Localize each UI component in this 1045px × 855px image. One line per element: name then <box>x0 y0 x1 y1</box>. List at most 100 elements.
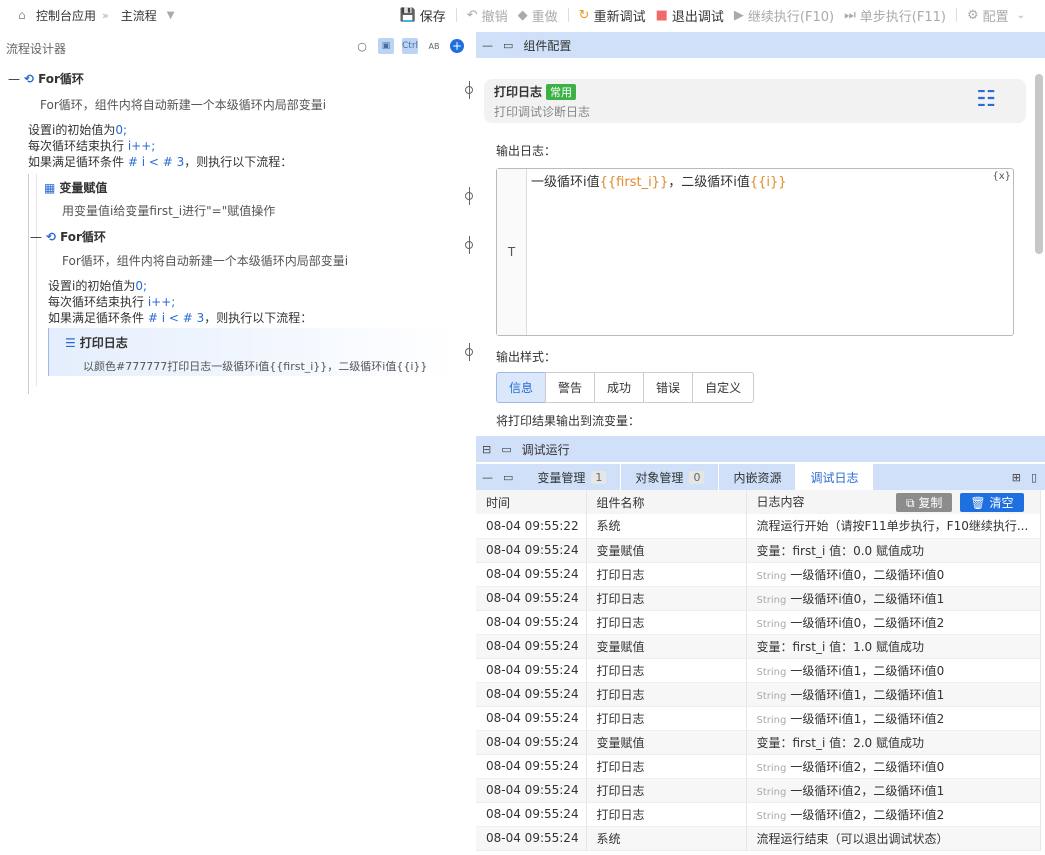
divider <box>955 8 957 22</box>
tab-debug-log[interactable]: 调试日志 <box>796 464 874 490</box>
copy-button[interactable]: ⧉ 复制 <box>896 492 953 512</box>
assign-node[interactable]: ▦ 变量赋值 <box>44 179 107 196</box>
output-log-editor[interactable]: T 一级循环i值{{first_i}}，二级循环i值{{i}} {x} <box>496 168 1014 336</box>
spellcheck-icon[interactable]: AB <box>426 38 442 54</box>
cell-time: 08-04 09:55:24 <box>476 682 587 707</box>
log-icon: ☰ <box>65 335 76 350</box>
minimize-icon[interactable]: — <box>476 471 499 484</box>
copy-icon[interactable]: ▣ <box>378 38 394 54</box>
cell-content: String 一级循环i值0，二级循环i值0 <box>746 562 1041 587</box>
table-row[interactable]: 08-04 09:55:24 打印日志 String 一级循环i值0，二级循环i值0 <box>476 562 1041 587</box>
log-node[interactable]: ☰ 打印日志 以颜色#777777打印日志一级循环i值{{first_i}}，二级… <box>48 328 460 376</box>
step-icon: ⏭ <box>844 7 856 23</box>
table-row[interactable]: 08-04 09:55:24 系统 流程运行结束（可以退出调试状态） <box>476 826 1041 851</box>
tab-objects[interactable]: 对象管理 0 <box>621 464 720 490</box>
cell-time: 08-04 09:55:24 <box>476 778 587 803</box>
config-button[interactable]: ⚙ 配置 ⌄ <box>967 6 1025 25</box>
mobile-icon[interactable]: ▯ <box>1031 471 1037 484</box>
cell-component: 变量赋值 <box>586 634 747 659</box>
home-icon[interactable]: ⌂ <box>18 9 30 21</box>
add-icon[interactable]: + <box>450 39 464 53</box>
editor-text: 一级循环i值 <box>531 175 600 190</box>
component-card: 打印日志 常用 打印调试诊断日志 ☷ <box>484 79 1026 123</box>
collapse-icon[interactable]: — <box>30 230 42 244</box>
debug-panel: ⊟ ▭ 调试运行 — ▭ 变量管理 1 对象管理 0 内嵌资源 调试日志 ⊞ ▯ 时… <box>476 436 1045 855</box>
table-row[interactable]: 08-04 09:55:24 打印日志 String 一级循环i值2，二级循环i值0 <box>476 754 1041 779</box>
cell-time: 08-04 09:55:24 <box>476 634 587 659</box>
designer-tools: ○ ▣ Ctrl AB + <box>354 38 464 54</box>
connector-handle[interactable] <box>465 236 473 254</box>
ctrl-icon[interactable]: Ctrl <box>402 38 418 54</box>
restart-debug-button[interactable]: ↻ 重新调试 <box>579 6 646 25</box>
continue-button[interactable]: ▶ 继续执行(F10) <box>734 6 834 25</box>
table-row[interactable]: 08-04 09:55:24 打印日志 String 一级循环i值2，二级循环i值2 <box>476 802 1041 827</box>
connector-handle[interactable] <box>465 187 473 205</box>
exit-debug-button[interactable]: ■ 退出调试 <box>656 6 724 25</box>
breadcrumb: ⌂ 控制台应用 » 主流程 ▼ <box>0 7 174 24</box>
debug-tabs: — ▭ 变量管理 1 对象管理 0 内嵌资源 调试日志 ⊞ ▯ <box>476 464 1045 490</box>
style-warning-option[interactable]: 警告 <box>545 372 596 403</box>
connector-handle[interactable] <box>465 81 473 99</box>
output-log-label: 输出日志： <box>496 144 557 158</box>
flow-var-label: 将打印结果输出到流变量： <box>496 414 641 428</box>
breadcrumb-current[interactable]: 主流程 <box>121 7 157 24</box>
window-icon[interactable]: ▭ <box>501 443 511 456</box>
cell-component: 打印日志 <box>586 682 747 707</box>
table-row[interactable]: 08-04 09:55:24 打印日志 String 一级循环i值1，二级循环i值1 <box>476 682 1041 707</box>
card-title: 打印日志 <box>494 85 543 99</box>
redo-button[interactable]: ◆ 重做 <box>518 6 558 25</box>
table-row[interactable]: 08-04 09:55:24 变量赋值 变量：first_i 值：1.0 赋值成功 <box>476 634 1041 659</box>
cell-content: 变量：first_i 值：1.0 赋值成功 <box>746 634 1041 659</box>
undo-icon: ↶ <box>466 7 478 23</box>
style-success-option[interactable]: 成功 <box>594 372 645 403</box>
connector-handle[interactable] <box>465 343 473 361</box>
style-info-option[interactable]: 信息 <box>496 372 547 403</box>
log-title: 打印日志 <box>79 336 128 350</box>
style-error-option[interactable]: 错误 <box>643 372 694 403</box>
tab-variables[interactable]: 变量管理 1 <box>523 464 622 490</box>
split-icon[interactable]: ⊟ <box>482 443 491 456</box>
inner-loop-desc: For循环，组件内将自动新建一个本级循环内局部变量i <box>62 254 349 268</box>
window-icon[interactable]: ▭ <box>499 471 523 484</box>
tab-resources[interactable]: 内嵌资源 <box>719 464 797 490</box>
search-icon[interactable]: ○ <box>354 38 370 54</box>
window-icon[interactable]: ▭ <box>503 39 513 52</box>
table-row[interactable]: 08-04 09:55:24 打印日志 String 一级循环i值1，二级循环i值2 <box>476 706 1041 731</box>
style-custom-option[interactable]: 自定义 <box>692 372 755 403</box>
log-icon: ☷ <box>976 87 996 112</box>
cell-content: String 一级循环i值0，二级循环i值1 <box>746 586 1041 611</box>
cell-component: 打印日志 <box>586 610 747 635</box>
type-tag: String <box>756 810 787 822</box>
table-row[interactable]: 08-04 09:55:24 变量赋值 变量：first_i 值：0.0 赋值成功 <box>476 538 1041 563</box>
column-header-component: 组件名称 <box>586 490 747 514</box>
table-row[interactable]: 08-04 09:55:22 系统 流程运行开始（请按F11单步执行，F10继续执行… <box>476 514 1041 539</box>
clear-button[interactable]: 🗑 清空 <box>960 492 1024 512</box>
assign-icon: ▦ <box>44 180 56 195</box>
windows-icon[interactable]: ⊞ <box>1012 471 1021 484</box>
breadcrumb-home[interactable]: 控制台应用 <box>36 7 96 24</box>
inner-loop-node[interactable]: — ⟲ For循环 <box>30 228 106 245</box>
table-row[interactable]: 08-04 09:55:24 打印日志 String 一级循环i值1，二级循环i值0 <box>476 658 1041 683</box>
stop-icon: ■ <box>655 7 668 23</box>
editor-text: ，二级循环i值 <box>668 175 750 190</box>
cell-time: 08-04 09:55:24 <box>476 610 587 635</box>
cell-time: 08-04 09:55:24 <box>476 826 587 851</box>
minimize-icon[interactable]: — <box>482 39 493 52</box>
scrollbar[interactable] <box>1035 74 1043 254</box>
insert-variable-icon[interactable]: {x} <box>992 171 1011 182</box>
save-button[interactable]: 💾 保存 <box>400 6 446 25</box>
outer-loop-node[interactable]: — ⟲ For循环 <box>8 70 84 87</box>
table-row[interactable]: 08-04 09:55:24 打印日志 String 一级循环i值0，二级循环i值2 <box>476 610 1041 635</box>
type-tag: String <box>756 762 787 774</box>
card-badge: 常用 <box>546 83 577 100</box>
collapse-icon[interactable]: — <box>8 72 20 86</box>
undo-button[interactable]: ↶ 撤销 <box>467 6 508 25</box>
gear-icon: ⚙ <box>966 7 979 23</box>
table-row[interactable]: 08-04 09:55:24 打印日志 String 一级循环i值2，二级循环i值1 <box>476 778 1041 803</box>
step-button[interactable]: ⏭ 单步执行(F11) <box>844 6 946 25</box>
type-tag: String <box>756 666 787 678</box>
chevron-down-icon[interactable]: ▼ <box>167 10 175 21</box>
table-row[interactable]: 08-04 09:55:24 打印日志 String 一级循环i值0，二级循环i值1 <box>476 586 1041 611</box>
table-row[interactable]: 08-04 09:55:24 变量赋值 变量：first_i 值：2.0 赋值成功 <box>476 730 1041 755</box>
cell-component: 打印日志 <box>586 754 747 779</box>
